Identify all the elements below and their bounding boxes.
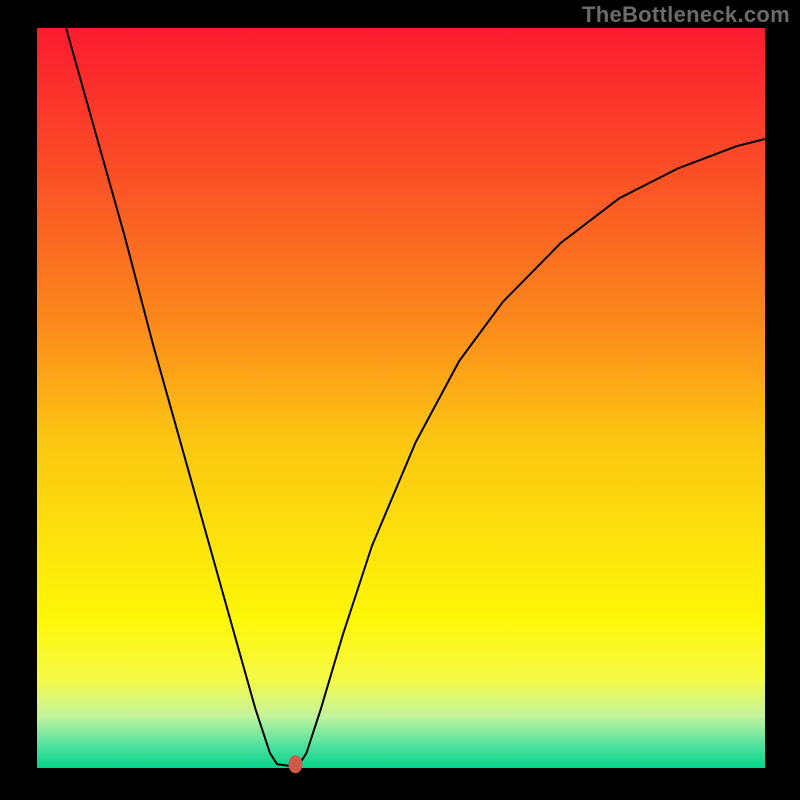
watermark-text: TheBottleneck.com: [582, 2, 790, 28]
bottleneck-chart: [0, 0, 800, 800]
chart-frame: TheBottleneck.com: [0, 0, 800, 800]
plot-background: [37, 28, 765, 768]
optimum-marker: [288, 755, 302, 773]
